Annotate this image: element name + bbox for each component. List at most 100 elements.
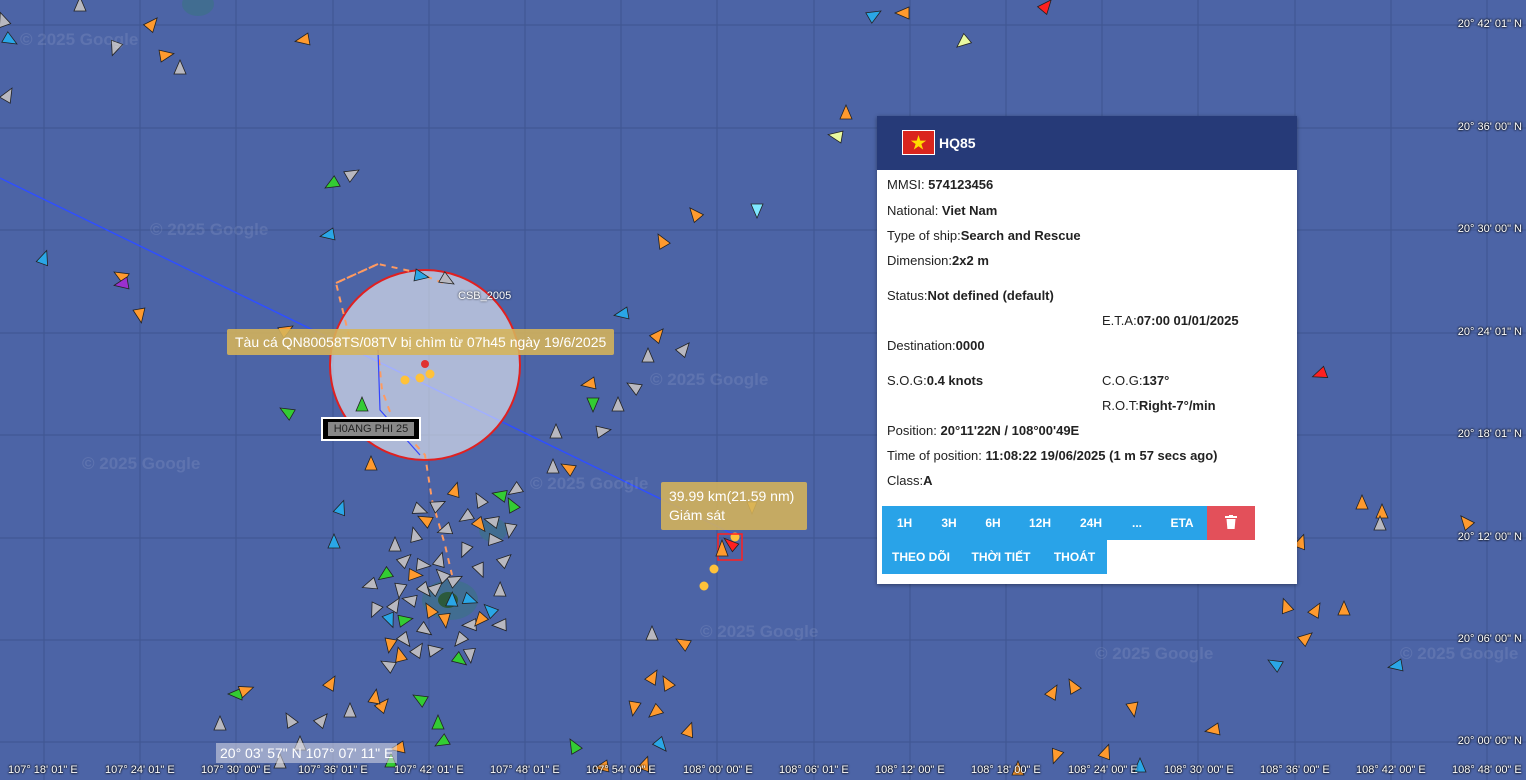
- destination-row: Destination:0000: [887, 338, 985, 353]
- ship-marker: [285, 712, 299, 729]
- ship-marker: [893, 6, 910, 20]
- lon-label: 108° 36' 00" E: [1260, 764, 1330, 776]
- ship-marker: [1097, 743, 1111, 761]
- history-more-button[interactable]: ...: [1117, 506, 1157, 540]
- history-12h-button[interactable]: 12H: [1015, 506, 1065, 540]
- ship-marker: [322, 675, 336, 692]
- map-watermark: © 2025 Google: [700, 622, 819, 641]
- lon-label: 108° 42' 00" E: [1356, 764, 1426, 776]
- ship-marker: [657, 233, 671, 250]
- ship-marker: [750, 203, 764, 220]
- lat-label: 20° 06' 00" N: [1457, 633, 1522, 645]
- ship-marker: [408, 642, 423, 659]
- history-24h-button[interactable]: 24H: [1065, 506, 1117, 540]
- ship-marker: [397, 614, 414, 628]
- position-dot: [699, 581, 709, 591]
- eta-row: E.T.A:07:00 01/01/2025: [1102, 313, 1239, 328]
- history-6h-button[interactable]: 6H: [971, 506, 1015, 540]
- distance-value: 39.99 km(21.59 nm): [669, 488, 795, 504]
- eta-button[interactable]: ETA: [1157, 506, 1207, 540]
- ship-marker: [674, 342, 690, 359]
- popup-header: HQ85: [877, 116, 1297, 170]
- ship-marker: [689, 207, 705, 224]
- ship-marker: [332, 499, 346, 517]
- ship-marker: [626, 382, 643, 396]
- mmsi-row: MMSI: 574123456: [887, 177, 994, 192]
- vessel-name-label[interactable]: H0ANG PHI 25: [321, 417, 421, 441]
- ship-marker: [412, 694, 429, 708]
- rot-row: R.O.T:Right-7°/min: [1102, 398, 1216, 413]
- ship-marker: [73, 0, 87, 12]
- lon-label: 108° 06' 01" E: [779, 764, 849, 776]
- lat-label: 20° 24' 01" N: [1457, 326, 1522, 338]
- ship-marker: [158, 49, 175, 63]
- delete-button[interactable]: [1207, 506, 1255, 540]
- lon-label: 107° 36' 01" E: [298, 764, 368, 776]
- lat-label: 20° 36' 00" N: [1457, 121, 1522, 133]
- ship-marker: [454, 630, 470, 647]
- ship-marker: [460, 618, 477, 632]
- lon-label: 108° 00' 00" E: [683, 764, 753, 776]
- ship-marker: [490, 618, 507, 632]
- wreck-alert-label[interactable]: Tàu cá QN80058TS/08TV bị chìm từ 07h45 n…: [227, 329, 615, 355]
- ship-marker: [839, 103, 853, 120]
- ship-marker: [641, 346, 655, 363]
- lon-label: 107° 54' 00" E: [586, 764, 656, 776]
- position-row: Position: 20°11'22N / 108°00'49E: [887, 423, 1080, 438]
- cursor-coordinates: 20° 03' 57" N 107° 07' 11" E: [216, 743, 398, 763]
- position-dot: [415, 373, 425, 383]
- ship-marker: [427, 644, 444, 658]
- ship-marker: [1460, 515, 1476, 532]
- map-watermark: © 2025 Google: [150, 220, 269, 239]
- ship-marker: [213, 714, 227, 731]
- follow-button[interactable]: THEO DÕI: [882, 540, 960, 574]
- ship-marker: [546, 457, 560, 474]
- sog-row: S.O.G:0.4 knots: [887, 373, 984, 388]
- ship-marker: [446, 481, 460, 499]
- ship-marker: [0, 87, 13, 104]
- ship-marker: [956, 32, 973, 48]
- ship-marker: [1296, 632, 1313, 648]
- position-dot: [709, 564, 719, 574]
- ship-marker: [142, 17, 158, 34]
- ship-marker: [1044, 684, 1058, 701]
- history-1h-button[interactable]: 1H: [882, 506, 927, 540]
- ship-marker: [1204, 722, 1221, 736]
- ship-marker: [580, 376, 597, 390]
- map-watermark: © 2025 Google: [650, 370, 769, 389]
- ship-marker: [471, 561, 484, 579]
- ship-marker: [431, 713, 445, 730]
- lat-label: 20° 12' 00" N: [1457, 531, 1522, 543]
- map-watermark: © 2025 Google: [530, 474, 649, 493]
- lon-label: 107° 48' 01" E: [490, 764, 560, 776]
- vietnam-flag-icon: [902, 130, 935, 155]
- ship-marker: [495, 553, 512, 570]
- ship-marker: [595, 425, 612, 439]
- ship-marker: [569, 738, 583, 755]
- exit-button[interactable]: THOÁT: [1042, 540, 1107, 574]
- ship-marker: [1375, 502, 1389, 519]
- trash-icon: [1225, 515, 1237, 530]
- ship-marker: [493, 580, 507, 597]
- map-canvas[interactable]: © 2025 Google © 2025 Google © 2025 Googl…: [0, 0, 1526, 780]
- map-watermark: © 2025 Google: [20, 30, 139, 49]
- ship-marker: [361, 576, 379, 590]
- lon-label: 107° 24' 01" E: [105, 764, 175, 776]
- ship-type-row: Type of ship:Search and Rescue: [887, 228, 1081, 243]
- ship-marker: [371, 601, 384, 619]
- lat-label: 20° 00' 00" N: [1457, 735, 1522, 747]
- weather-button[interactable]: THỜI TIẾT: [960, 540, 1042, 574]
- ship-marker: [395, 646, 408, 663]
- ship-marker: [611, 395, 625, 412]
- ship-marker: [394, 582, 408, 599]
- ship-marker: [644, 669, 658, 686]
- class-row: Class:A: [887, 473, 933, 488]
- lon-label: 108° 30' 00" E: [1164, 764, 1234, 776]
- ship-marker: [662, 675, 676, 692]
- time-of-position-row: Time of position: 11:08:22 19/06/2025 (1…: [887, 448, 1218, 463]
- history-3h-button[interactable]: 3H: [927, 506, 971, 540]
- lon-label: 108° 48' 00" E: [1452, 764, 1522, 776]
- ship-marker: [462, 647, 476, 664]
- lat-label: 20° 42' 01" N: [1457, 18, 1522, 30]
- ship-marker: [1036, 0, 1052, 16]
